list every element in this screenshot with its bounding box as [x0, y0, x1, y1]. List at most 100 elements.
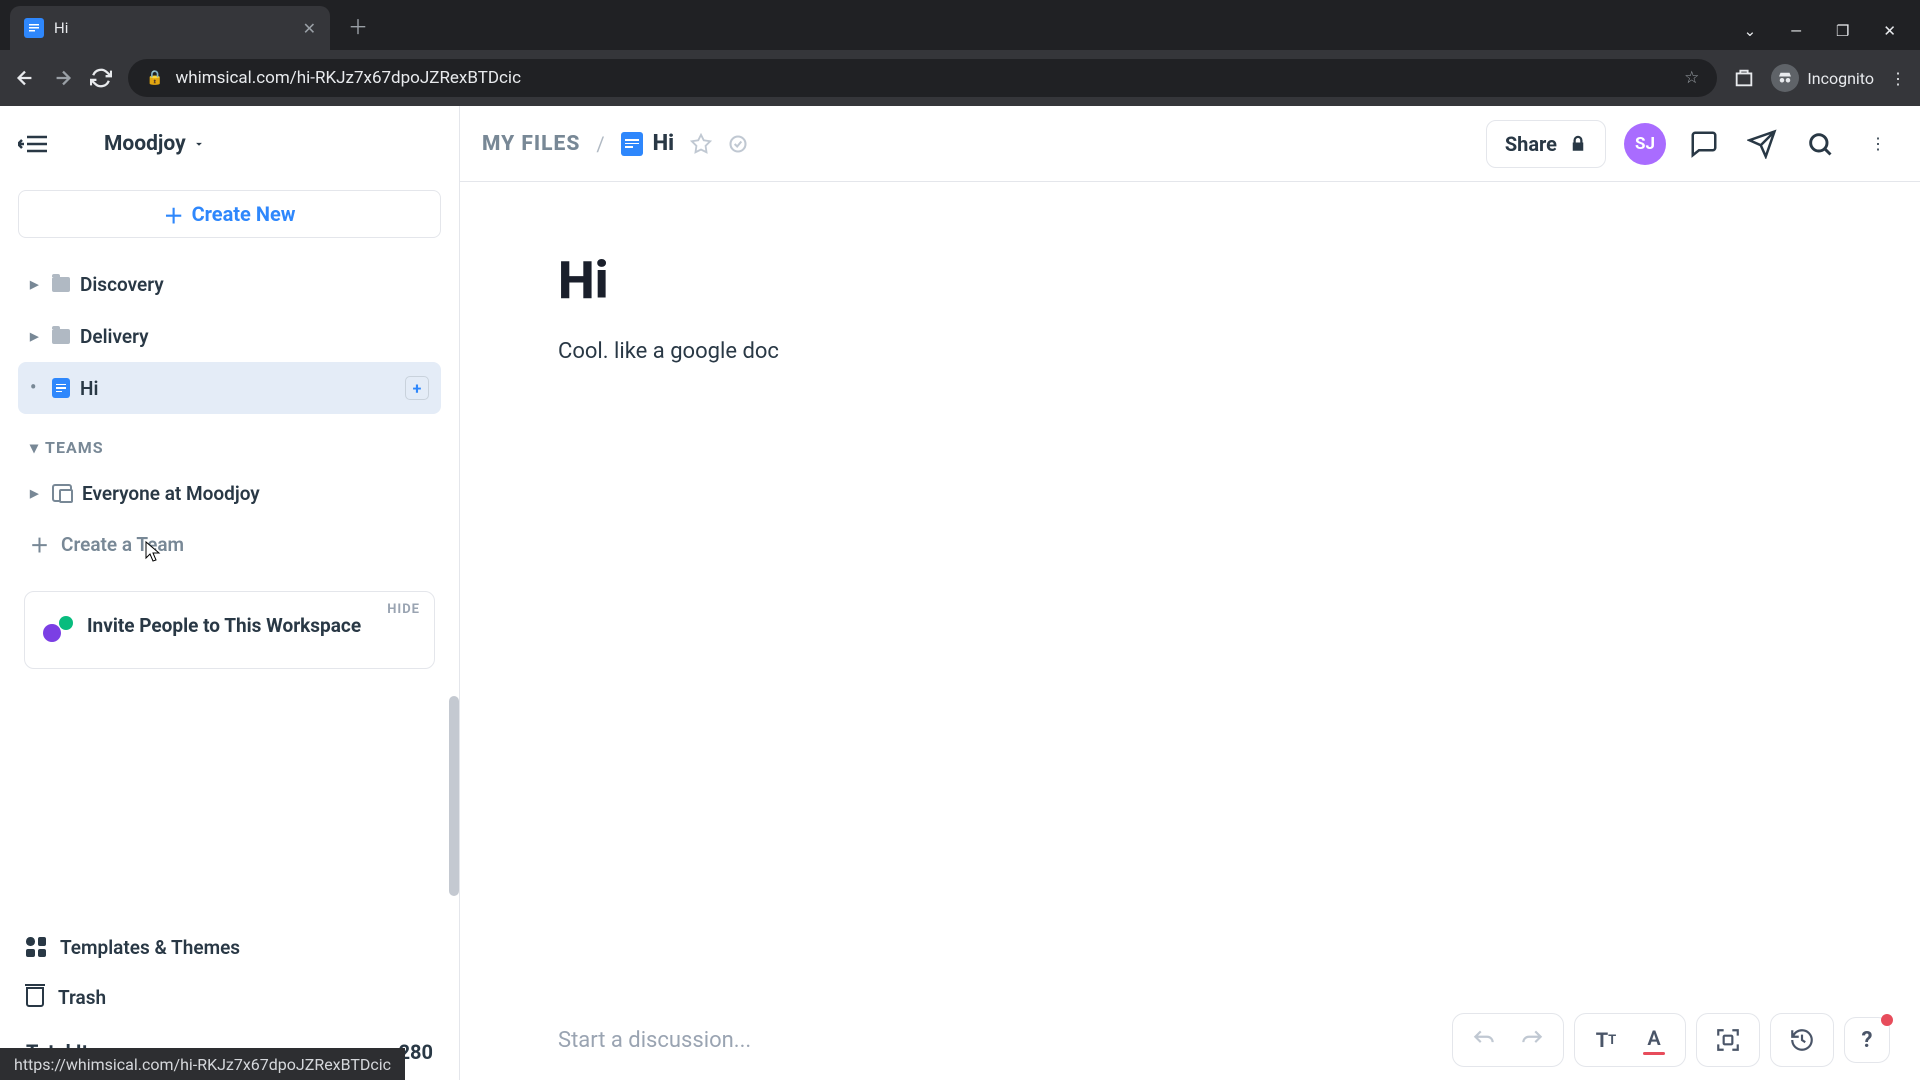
more-menu-icon[interactable]: ⋮ — [1858, 124, 1898, 164]
address-bar[interactable]: 🔒 whimsical.com/hi-RKJz7x67dpoJZRexBTDci… — [128, 59, 1717, 97]
document-title[interactable]: Hi — [558, 250, 1920, 311]
profile-incognito[interactable]: Incognito — [1771, 64, 1874, 92]
create-new-button[interactable]: ＋ Create New — [18, 190, 441, 238]
text-color-icon[interactable]: A — [1633, 1019, 1675, 1061]
text-tool-icon[interactable]: TT — [1585, 1019, 1627, 1061]
bookmark-star-icon[interactable]: ☆ — [1684, 68, 1699, 88]
teams-section-header[interactable]: ▾ TEAMS — [0, 414, 459, 467]
create-team-button[interactable]: ＋ Create a Team — [0, 519, 459, 569]
tree-item-hi[interactable]: • Hi + — [18, 362, 441, 414]
invite-people-icon — [43, 616, 73, 646]
doc-icon — [52, 378, 70, 398]
team-item-everyone[interactable]: ▶ Everyone at Moodjoy — [18, 467, 441, 519]
hide-invite-button[interactable]: HIDE — [387, 602, 420, 617]
version-history-icon[interactable] — [1781, 1019, 1823, 1061]
close-tab-icon[interactable]: ✕ — [303, 19, 316, 38]
tree-label: Discovery — [80, 273, 429, 296]
sidebar-scrollbar[interactable] — [449, 696, 459, 896]
discussion-input[interactable]: Start a discussion... — [558, 1028, 1452, 1053]
expand-icon[interactable]: ▶ — [30, 487, 42, 500]
lock-icon — [1569, 135, 1587, 153]
window-controls: ⌄ — ❐ ✕ — [1744, 22, 1920, 50]
maximize-icon[interactable]: ❐ — [1836, 22, 1849, 40]
trash-icon — [26, 987, 44, 1007]
browser-status-bar: https://whimsical.com/hi-RKJz7x67dpoJZRe… — [0, 1048, 405, 1080]
doc-icon — [621, 132, 643, 156]
sidebar: Moodjoy ＋ Create New ▶ Discovery ▶ Deliv… — [0, 106, 460, 1080]
browser-tab-strip: Hi ✕ ＋ ⌄ — ❐ ✕ — [0, 0, 1920, 50]
browser-menu-icon[interactable]: ⋮ — [1890, 69, 1906, 88]
expand-icon[interactable]: ▶ — [30, 330, 42, 343]
expand-icon[interactable]: ▶ — [30, 278, 42, 291]
workspace-switcher[interactable]: Moodjoy — [104, 132, 206, 156]
add-child-button[interactable]: + — [405, 376, 429, 400]
bottom-toolbar: Start a discussion... TT A ? — [460, 1000, 1920, 1080]
undo-icon[interactable] — [1463, 1019, 1505, 1061]
close-window-icon[interactable]: ✕ — [1883, 22, 1896, 40]
notification-dot-icon — [1881, 1014, 1893, 1026]
text-tool-group: TT A — [1574, 1013, 1686, 1067]
invite-card[interactable]: HIDE Invite People to This Workspace — [24, 591, 435, 669]
lock-icon: 🔒 — [146, 70, 163, 86]
view-tool-group — [1696, 1013, 1760, 1067]
file-tree: ▶ Discovery ▶ Delivery • Hi + — [0, 258, 459, 414]
create-new-label: Create New — [192, 202, 296, 226]
sync-status-icon[interactable] — [728, 134, 748, 154]
comments-icon[interactable] — [1684, 124, 1724, 164]
doc-favicon-icon — [24, 18, 44, 38]
version-tool-group — [1770, 1013, 1834, 1067]
trash-link[interactable]: Trash — [0, 972, 459, 1022]
history-tool-group — [1452, 1013, 1564, 1067]
tree-item-delivery[interactable]: ▶ Delivery — [18, 310, 441, 362]
trash-label: Trash — [58, 986, 106, 1009]
favorite-star-icon[interactable] — [690, 133, 712, 155]
reload-icon[interactable] — [90, 67, 112, 89]
templates-icon — [26, 937, 46, 957]
breadcrumb-separator: / — [596, 132, 604, 156]
teams-header-label: TEAMS — [45, 438, 104, 457]
chevron-down-icon — [192, 137, 206, 151]
folder-icon — [52, 329, 70, 344]
search-icon[interactable] — [1800, 124, 1840, 164]
tabs-dropdown-icon[interactable]: ⌄ — [1744, 22, 1757, 40]
incognito-label: Incognito — [1807, 69, 1874, 88]
extensions-icon[interactable] — [1733, 67, 1755, 89]
plus-icon: ＋ — [164, 200, 184, 229]
team-icon — [52, 484, 72, 502]
collapse-icon: ▾ — [30, 438, 39, 457]
user-avatar[interactable]: SJ — [1624, 123, 1666, 165]
help-button[interactable]: ? — [1844, 1017, 1890, 1063]
collapse-sidebar-icon[interactable] — [18, 132, 48, 156]
app-root: Moodjoy ＋ Create New ▶ Discovery ▶ Deliv… — [0, 106, 1920, 1080]
share-button[interactable]: Share — [1486, 120, 1606, 168]
tab-title: Hi — [54, 19, 303, 37]
tree-label: Hi — [80, 377, 395, 400]
document-body[interactable]: Cool. like a google doc — [558, 339, 1920, 364]
breadcrumb-title[interactable]: Hi — [653, 131, 674, 156]
sidebar-header: Moodjoy — [0, 106, 459, 182]
focus-mode-icon[interactable] — [1707, 1019, 1749, 1061]
new-tab-button[interactable]: ＋ — [348, 11, 368, 40]
redo-icon[interactable] — [1511, 1019, 1553, 1061]
workspace-name: Moodjoy — [104, 132, 186, 156]
document-topbar: MY FILES / Hi Share SJ ⋮ — [460, 106, 1920, 182]
breadcrumb-root[interactable]: MY FILES — [482, 132, 580, 156]
share-label: Share — [1505, 132, 1557, 156]
minimize-icon[interactable]: — — [1790, 22, 1802, 40]
folder-icon — [52, 277, 70, 292]
team-label: Everyone at Moodjoy — [82, 482, 429, 505]
forward-icon[interactable] — [52, 67, 74, 89]
templates-link[interactable]: Templates & Themes — [0, 922, 459, 972]
back-icon[interactable] — [14, 67, 36, 89]
breadcrumb-current: Hi — [621, 131, 674, 156]
tree-item-discovery[interactable]: ▶ Discovery — [18, 258, 441, 310]
create-team-label: Create a Team — [61, 533, 184, 556]
tree-label: Delivery — [80, 325, 429, 348]
browser-tab[interactable]: Hi ✕ — [10, 6, 330, 50]
send-icon[interactable] — [1742, 124, 1782, 164]
browser-toolbar: 🔒 whimsical.com/hi-RKJz7x67dpoJZRexBTDci… — [0, 50, 1920, 106]
invite-text: Invite People to This Workspace — [87, 612, 361, 641]
main-area: MY FILES / Hi Share SJ ⋮ Hi C — [460, 106, 1920, 1080]
document-editor[interactable]: Hi Cool. like a google doc — [460, 182, 1920, 1000]
plus-icon: ＋ — [30, 531, 49, 558]
